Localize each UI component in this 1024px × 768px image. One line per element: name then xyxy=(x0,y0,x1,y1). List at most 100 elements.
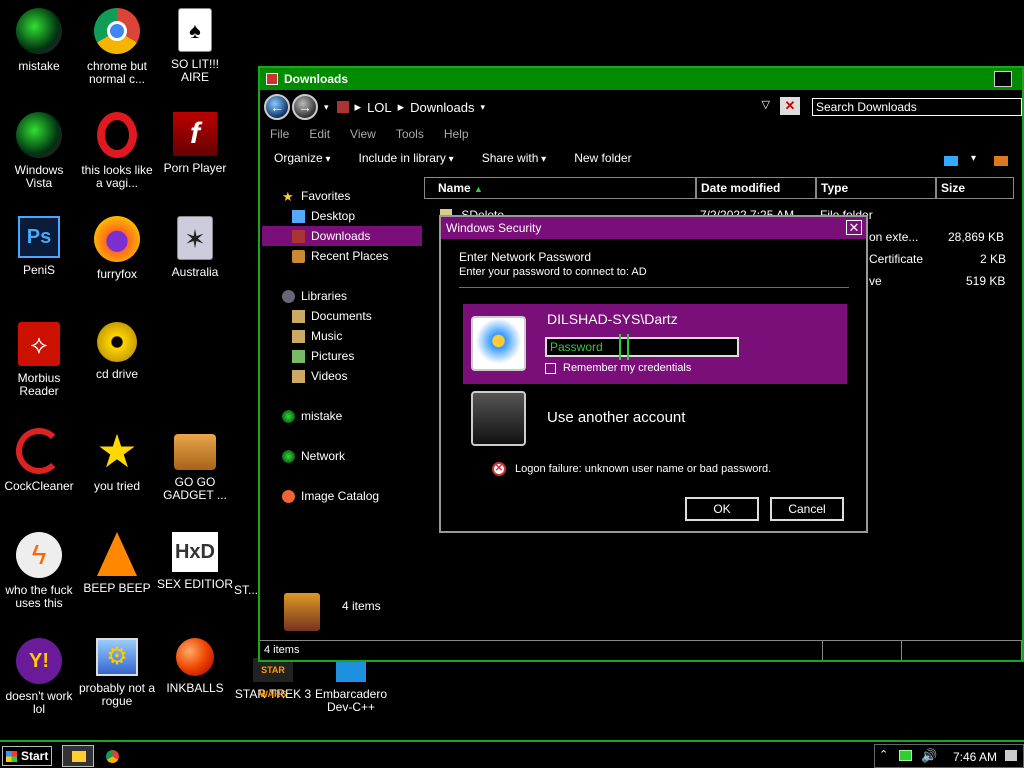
photoshop-icon: Ps xyxy=(18,216,60,258)
chevron-down-icon[interactable]: ▾ xyxy=(324,102,329,113)
nav-desktop[interactable]: Desktop xyxy=(262,206,422,226)
explorer-title: Downloads xyxy=(284,72,349,86)
show-hidden-icons-icon[interactable]: ⌃ xyxy=(879,748,888,761)
desktop-icon-cockcleaner[interactable]: CockCleaner xyxy=(0,428,78,493)
opera-icon xyxy=(97,112,137,158)
share-with-button[interactable]: Share with xyxy=(482,151,547,165)
nav-image-catalog[interactable]: Image Catalog xyxy=(262,486,422,506)
ok-button[interactable]: OK xyxy=(685,497,759,521)
new-folder-button[interactable]: New folder xyxy=(574,151,631,165)
menu-help[interactable]: Help xyxy=(444,127,469,141)
chevron-down-icon[interactable]: ▾ xyxy=(971,153,976,164)
network-status-icon[interactable] xyxy=(899,750,912,761)
windows-security-dialog[interactable]: Windows Security ✕ Enter Network Passwor… xyxy=(439,215,868,533)
desktop-icon-vlc[interactable]: BEEP BEEP xyxy=(78,532,156,595)
status-item-count: 4 items xyxy=(260,641,823,660)
desktop-icon-porn-player[interactable]: f Porn Player xyxy=(156,112,234,175)
user-placeholder-icon xyxy=(471,391,526,446)
desktop-icon-yahoo[interactable]: Y! doesn't work lol xyxy=(0,638,78,716)
table-row[interactable]: ve xyxy=(869,274,882,288)
view-options-icon[interactable] xyxy=(944,156,958,166)
error-icon: ✕ xyxy=(492,462,506,476)
desktop-icon-solitaire[interactable]: ♠ SO LIT!!! AIRE xyxy=(156,8,234,84)
downloads-folder-icon xyxy=(284,593,320,631)
nav-favorites[interactable]: ★ Favorites xyxy=(262,186,422,206)
account-tile-dartz[interactable]: DILSHAD-SYS\Dartz Password Remember my c… xyxy=(463,304,847,384)
menu-file[interactable]: File xyxy=(270,127,289,141)
start-button[interactable]: Start xyxy=(2,746,52,766)
address-dropdown-icon[interactable]: ▽ xyxy=(762,98,770,111)
password-input[interactable]: Password xyxy=(545,337,739,357)
desktop-icon-winamp[interactable]: ϟ who the fuck uses this xyxy=(0,532,78,610)
sort-ascending-icon: ▲ xyxy=(474,184,483,194)
desktop-icon-windows-vista[interactable]: Windows Vista xyxy=(0,112,78,190)
desktop-icon-morbius-reader[interactable]: ⟡ Morbius Reader xyxy=(0,322,78,398)
account-tile-other[interactable]: Use another account xyxy=(463,389,847,451)
desktop-icon-hxd[interactable]: HxD SEX EDITIOR xyxy=(156,532,234,591)
desktop-icon-partial[interactable]: ST... xyxy=(234,532,258,597)
preview-pane-icon[interactable] xyxy=(994,156,1008,166)
desktop-icon-control-panel[interactable]: ⚙ probably not a rogue xyxy=(78,638,156,708)
nav-mistake[interactable]: mistake xyxy=(262,406,422,426)
search-input[interactable]: Search Downloads xyxy=(812,98,1022,116)
explorer-titlebar[interactable]: Downloads xyxy=(260,68,1022,90)
nav-music[interactable]: Music xyxy=(262,326,422,346)
solitaire-icon: ♠ xyxy=(178,8,212,52)
remember-label: Remember my credentials xyxy=(563,362,692,374)
nav-pictures[interactable]: Pictures xyxy=(262,346,422,366)
acrobat-icon: ⟡ xyxy=(18,322,60,366)
nav-documents[interactable]: Documents xyxy=(262,306,422,326)
include-in-library-button[interactable]: Include in library xyxy=(359,151,454,165)
column-date-modified[interactable]: Date modified xyxy=(696,177,816,199)
dialog-title: Windows Security xyxy=(446,221,542,235)
green-orb-icon xyxy=(16,8,62,54)
menu-view[interactable]: View xyxy=(350,127,376,141)
forward-button[interactable]: → xyxy=(292,94,318,120)
desktop-icon-opera[interactable]: this looks like a vagi... xyxy=(78,112,156,190)
desktop-icon-australia[interactable]: ✶ Australia xyxy=(156,216,234,279)
nav-network[interactable]: Network xyxy=(262,446,422,466)
chrome-icon xyxy=(106,750,119,763)
cancel-button[interactable]: Cancel xyxy=(770,497,844,521)
taskbar-chrome-button[interactable] xyxy=(100,745,126,767)
table-row[interactable]: Certificate xyxy=(869,252,923,266)
breadcrumb-downloads[interactable]: Downloads xyxy=(410,100,474,115)
nav-recent-places[interactable]: Recent Places xyxy=(262,246,422,266)
desktop-icon-penis[interactable]: Ps PeniS xyxy=(0,216,78,277)
column-name[interactable]: Name ▲ xyxy=(424,177,696,199)
column-type[interactable]: Type xyxy=(816,177,936,199)
desktop-icon-gadget[interactable]: GO GO GADGET ... xyxy=(156,428,234,502)
action-center-icon[interactable] xyxy=(1005,750,1017,761)
chevron-down-icon[interactable]: ▾ xyxy=(481,102,486,113)
volume-icon[interactable]: 🔊 xyxy=(921,748,937,764)
column-size[interactable]: Size xyxy=(936,177,1014,199)
back-button[interactable]: ← xyxy=(264,94,290,120)
desktop-icon-you-tried[interactable]: ★ you tried xyxy=(78,428,156,493)
nav-libraries[interactable]: Libraries xyxy=(262,286,422,306)
menu-edit[interactable]: Edit xyxy=(309,127,330,141)
hxd-icon: HxD xyxy=(172,532,218,572)
vlc-icon xyxy=(97,532,137,576)
desktop-icon-mistake[interactable]: mistake xyxy=(0,8,78,73)
minimize-button[interactable] xyxy=(994,71,1012,87)
breadcrumb-lol[interactable]: LOL xyxy=(367,100,392,115)
clock[interactable]: 7:46 AM xyxy=(953,750,997,764)
organize-button[interactable]: Organize xyxy=(274,151,331,165)
menu-tools[interactable]: Tools xyxy=(396,127,424,141)
stop-button[interactable]: ✕ xyxy=(780,97,800,115)
desktop-icon-furryfox[interactable]: furryfox xyxy=(78,216,156,281)
status-bar: 4 items xyxy=(260,640,1022,660)
remember-checkbox[interactable] xyxy=(545,363,556,374)
close-button[interactable]: ✕ xyxy=(846,220,862,235)
desktop-icon-chrome[interactable]: chrome but normal c... xyxy=(78,8,156,86)
account-name: DILSHAD-SYS\Dartz xyxy=(547,311,678,327)
network-icon xyxy=(282,449,295,463)
nav-downloads[interactable]: Downloads xyxy=(262,226,422,246)
nav-videos[interactable]: Videos xyxy=(262,366,422,386)
taskbar-explorer-button[interactable] xyxy=(62,745,94,767)
desktop-icon-inkballs[interactable]: INKBALLS xyxy=(156,638,234,695)
folder-icon xyxy=(336,101,349,113)
table-row[interactable]: on exte... xyxy=(869,230,918,244)
desktop-icon-cd-drive[interactable]: cd drive xyxy=(78,322,156,381)
dialog-titlebar[interactable]: Windows Security ✕ xyxy=(441,217,866,239)
